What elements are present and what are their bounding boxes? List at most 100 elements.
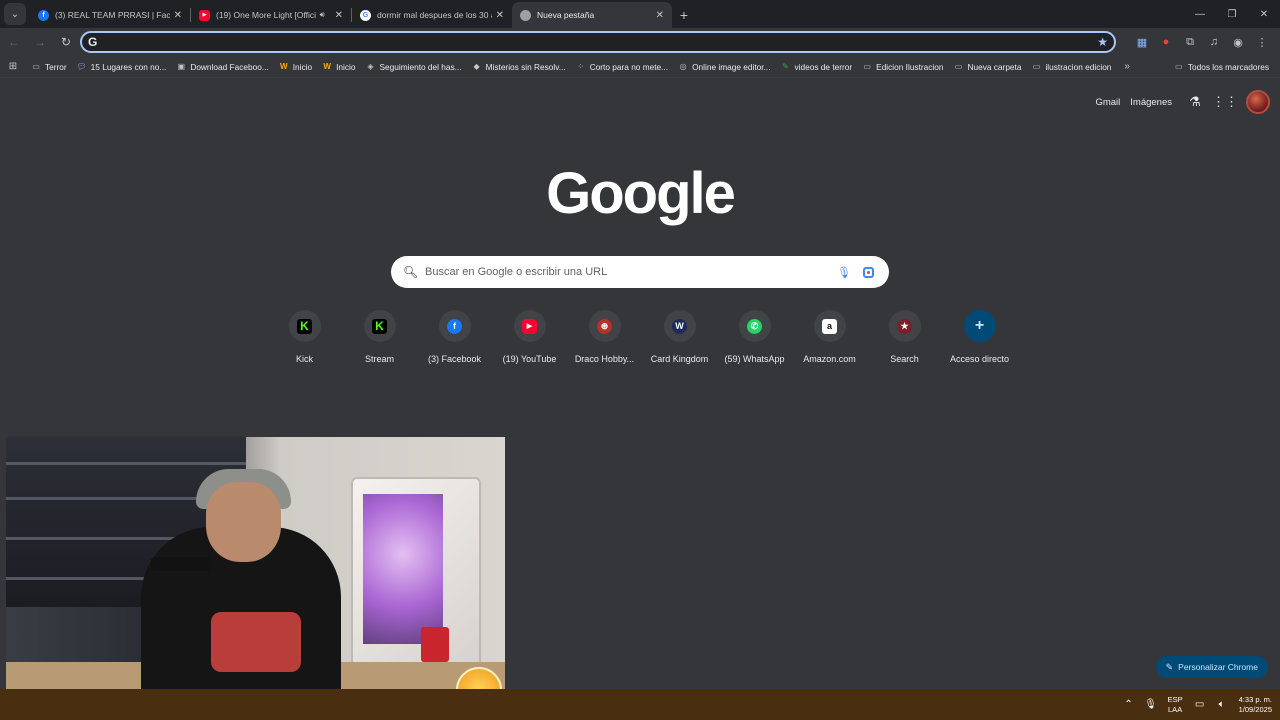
- audio-playing-icon[interactable]: 🔊︎: [320, 10, 325, 20]
- reload-button[interactable]: ↻: [54, 30, 78, 54]
- back-button[interactable]: ←: [2, 30, 26, 54]
- bookmark-item[interactable]: ▭ ilustracion edicion: [1026, 57, 1116, 77]
- microphone-icon[interactable]: 🎙︎: [835, 263, 853, 281]
- tab-search-button[interactable]: ⌄: [4, 3, 26, 25]
- gmail-link[interactable]: Gmail: [1095, 97, 1120, 108]
- facebook-icon: f: [38, 9, 49, 21]
- bookmark-label: Online image editor...: [692, 61, 771, 72]
- youtube-icon: ▶: [199, 9, 210, 21]
- bookmark-label: Terror: [45, 61, 67, 72]
- clock-date: 1/09/2025: [1238, 704, 1272, 714]
- bookmark-item[interactable]: ▣ Download Faceboo...: [171, 57, 273, 77]
- bookmark-item[interactable]: ▭ Terror: [26, 57, 72, 77]
- bookmark-item[interactable]: ✎ videos de terror: [776, 57, 858, 77]
- address-bar[interactable]: G ★: [80, 31, 1116, 53]
- extension-red-icon[interactable]: ●: [1154, 30, 1178, 54]
- dotted-icon: ⁘: [577, 62, 585, 71]
- chevron-up-icon[interactable]: ⌃: [1118, 699, 1140, 710]
- bookmark-label: Seguimiento del has...: [379, 61, 462, 72]
- menu-kebab-icon[interactable]: ⋮: [1250, 30, 1274, 54]
- kick-icon: K: [297, 318, 312, 334]
- clock-time: 4:33 p. m.: [1238, 694, 1272, 704]
- shortcut-2[interactable]: f (3) Facebook: [417, 310, 492, 364]
- bookmark-item[interactable]: ▭ Edicion Ilustracion: [857, 57, 948, 77]
- bookmark-item[interactable]: 💬︎ 15 Lugares con no...: [72, 57, 172, 77]
- bookmark-item[interactable]: W Inicio: [274, 57, 317, 77]
- new-tab-button[interactable]: +: [672, 2, 696, 28]
- shortcut-tile[interactable]: ⊛: [588, 310, 621, 342]
- translate-extension-icon[interactable]: ▦: [1130, 30, 1154, 54]
- amazon-icon: a: [822, 318, 837, 334]
- bookmark-item[interactable]: ⁘ Corto para no mete...: [571, 57, 673, 77]
- shortcut-label: (3) Facebook: [427, 354, 482, 364]
- language-indicator[interactable]: ESP LAA: [1168, 695, 1183, 715]
- shortcut-0[interactable]: K Kick: [267, 310, 342, 364]
- shortcut-3[interactable]: ▶ (19) YouTube: [492, 310, 567, 364]
- customize-chrome-button[interactable]: ✎ Personalizar Chrome: [1155, 656, 1268, 678]
- bookmark-item[interactable]: ▭ Nueva carpeta: [949, 57, 1027, 77]
- images-link[interactable]: Imágenes: [1130, 97, 1172, 108]
- labs-flask-icon[interactable]: ⚗: [1180, 94, 1210, 110]
- bookmark-item[interactable]: ◎ Online image editor...: [673, 57, 775, 77]
- shortcut-tile[interactable]: ✆: [738, 310, 771, 342]
- tab-2[interactable]: Gdormir mal despues de los 30 a ✕: [352, 2, 512, 28]
- youtube-icon: ▶: [522, 318, 537, 334]
- clock[interactable]: 4:33 p. m. 1/09/2025: [1239, 695, 1272, 715]
- tab-0[interactable]: f (3) REAL TEAM PRRASI | Facebo ✕: [30, 2, 190, 28]
- w-icon: W: [279, 62, 288, 71]
- search-box[interactable]: 🔍︎ 🎙︎: [391, 256, 889, 288]
- close-tab-icon[interactable]: ✕: [496, 10, 504, 21]
- bookmark-item[interactable]: W Inicio: [317, 57, 360, 77]
- network-icon[interactable]: ▭: [1189, 699, 1211, 710]
- close-window-button[interactable]: ✕: [1248, 0, 1280, 28]
- microphone-icon[interactable]: 🎙︎: [1140, 699, 1162, 710]
- tab-3[interactable]: Nueva pestaña ✕: [512, 2, 672, 28]
- chrome-icon: [520, 9, 531, 21]
- volume-icon[interactable]: 🔈︎: [1211, 699, 1233, 710]
- apps-grid-icon[interactable]: ⊞: [0, 61, 26, 72]
- bookmark-star-icon[interactable]: ★: [1097, 35, 1108, 49]
- close-tab-icon[interactable]: ✕: [656, 10, 664, 21]
- minimize-button[interactable]: —: [1184, 0, 1216, 28]
- forward-button[interactable]: →: [28, 30, 52, 54]
- tab-title: (19) One More Light [Officia: [216, 10, 316, 20]
- shortcut-tile[interactable]: K: [288, 310, 321, 342]
- shortcut-tile[interactable]: K: [363, 310, 396, 342]
- all-bookmarks-folder[interactable]: ▭ Todos los marcadores: [1169, 57, 1274, 77]
- shortcut-7[interactable]: a Amazon.com: [792, 310, 867, 364]
- shortcut-tile[interactable]: ▶: [513, 310, 546, 342]
- tab-title: (3) REAL TEAM PRRASI | Facebo: [55, 10, 170, 20]
- shortcut-1[interactable]: K Stream: [342, 310, 417, 364]
- tracking-icon: ◈: [367, 62, 374, 71]
- shortcut-tile[interactable]: W: [663, 310, 696, 342]
- shortcut-5[interactable]: W Card Kingdom: [642, 310, 717, 364]
- google-lens-icon[interactable]: [859, 263, 877, 281]
- close-tab-icon[interactable]: ✕: [174, 10, 182, 21]
- shortcut-6[interactable]: ✆ (59) WhatsApp: [717, 310, 792, 364]
- streamer-head: [206, 482, 281, 562]
- shortcut-tile[interactable]: a: [813, 310, 846, 342]
- folder-icon: ▭: [863, 62, 871, 71]
- media-controls-icon[interactable]: ♫: [1202, 30, 1226, 54]
- address-input[interactable]: [103, 36, 1098, 48]
- shortcut-8[interactable]: ★ Search: [867, 310, 942, 364]
- shortcut-4[interactable]: ⊛ Draco Hobby...: [567, 310, 642, 364]
- extensions-puzzle-icon[interactable]: ⧉: [1178, 30, 1202, 54]
- shortcut-tile[interactable]: f: [438, 310, 471, 342]
- profile-icon[interactable]: ◉: [1226, 30, 1250, 54]
- bookmark-item[interactable]: ◈ Seguimiento del has...: [361, 57, 467, 77]
- close-tab-icon[interactable]: ✕: [335, 10, 343, 21]
- tab-title: Nueva pestaña: [537, 10, 595, 20]
- apps-grid-icon[interactable]: ⋮⋮: [1210, 94, 1240, 110]
- shortcut-9[interactable]: + Acceso directo: [942, 310, 1017, 364]
- account-avatar[interactable]: [1246, 90, 1270, 114]
- add-icon: +: [974, 317, 985, 334]
- search-input[interactable]: [425, 266, 835, 278]
- bookmarks-overflow-button[interactable]: »: [1124, 61, 1130, 72]
- bookmark-item[interactable]: ◆ Misterios sin Resolv...: [467, 57, 571, 77]
- restore-button[interactable]: ❐: [1216, 0, 1248, 28]
- shortcut-tile[interactable]: ★: [888, 310, 921, 342]
- tab-1[interactable]: ▶ (19) One More Light [Officia 🔊︎ ✕: [191, 2, 351, 28]
- draco-icon: ⊛: [597, 318, 612, 334]
- shortcut-tile[interactable]: +: [963, 310, 996, 342]
